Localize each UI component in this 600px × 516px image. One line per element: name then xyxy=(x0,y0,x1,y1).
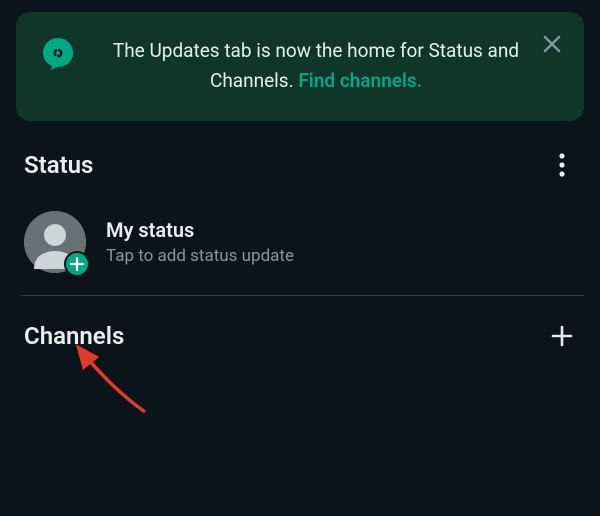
close-icon xyxy=(541,33,563,55)
channels-section-header: Channels xyxy=(0,296,600,360)
banner-message: The Updates tab is now the home for Stat… xyxy=(94,32,566,97)
my-status-title: My status xyxy=(106,218,294,242)
status-ring-icon xyxy=(38,34,78,74)
status-more-button[interactable] xyxy=(548,151,576,179)
add-status-badge[interactable] xyxy=(64,251,90,277)
my-status-row[interactable]: My status Tap to add status update xyxy=(0,195,600,295)
banner-close-button[interactable] xyxy=(540,32,564,56)
plus-icon xyxy=(550,324,574,348)
channels-section-title: Channels xyxy=(24,322,124,350)
more-vert-icon xyxy=(559,153,565,177)
add-channel-button[interactable] xyxy=(548,322,576,350)
my-status-subtitle: Tap to add status update xyxy=(106,246,294,266)
updates-banner: The Updates tab is now the home for Stat… xyxy=(16,12,584,121)
find-channels-link[interactable]: Find channels. xyxy=(298,69,422,92)
my-status-avatar xyxy=(24,211,86,273)
status-section-title: Status xyxy=(24,151,93,179)
status-section-header: Status xyxy=(0,135,600,195)
my-status-text: My status Tap to add status update xyxy=(106,218,294,266)
plus-icon xyxy=(70,257,84,271)
